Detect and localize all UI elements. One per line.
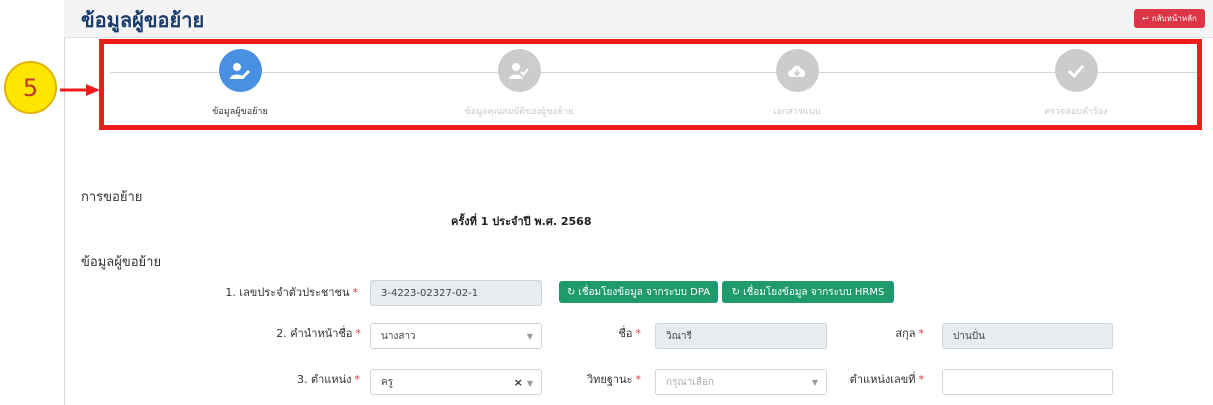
chevron-down-icon: ▼ bbox=[526, 378, 533, 388]
chevron-down-icon: ▼ bbox=[526, 331, 533, 341]
refresh-icon: ↻ bbox=[731, 286, 741, 298]
chevron-down-icon: ▼ bbox=[811, 377, 818, 387]
link-hrms-button[interactable]: ↻ เชื่อมโยงข้อมูล จากระบบ HRMS bbox=[722, 281, 894, 303]
position-number-label: ตำแหน่งเลขที่ * bbox=[849, 373, 924, 386]
round-text: ครั้งที่ 1 ประจำปี พ.ศ. 2568 bbox=[451, 215, 592, 228]
link-dpa-button[interactable]: ↻ เชื่อมโยงข้อมูล จากระบบ DPA bbox=[559, 281, 718, 303]
id-number-field[interactable]: 3-4223-02327-02-1 bbox=[370, 280, 542, 306]
last-name-label: สกุล * bbox=[895, 327, 924, 340]
position-number-field[interactable] bbox=[942, 369, 1113, 395]
annotation-highlight-box bbox=[99, 39, 1202, 130]
position-select[interactable]: ครู × ▼ bbox=[370, 369, 542, 395]
last-name-field[interactable]: ปานปั่น bbox=[942, 323, 1113, 349]
transfer-section-title: การขอย้าย bbox=[81, 190, 143, 205]
clear-icon[interactable]: × bbox=[514, 376, 523, 389]
prefix-select[interactable]: นางสาว ▼ bbox=[370, 323, 542, 349]
applicant-section-title: ข้อมูลผู้ขอย้าย bbox=[81, 255, 162, 270]
id-number-label: 1. เลขประจำตัวประชาชน * bbox=[225, 286, 358, 299]
prefix-label: 2. คำนำหน้าชื่อ * bbox=[276, 327, 361, 340]
page-title: ข้อมูลผู้ขอย้าย bbox=[81, 8, 205, 32]
page-header bbox=[64, 0, 1213, 38]
academic-standing-select[interactable]: กรุณาเลือก ▼ bbox=[655, 369, 827, 395]
position-label: 3. ตำแหน่ง * bbox=[296, 373, 360, 386]
first-name-label: ชื่อ * bbox=[618, 327, 641, 340]
first-name-field[interactable]: วิณารี bbox=[655, 323, 827, 349]
return-icon: ↩ bbox=[1142, 14, 1149, 23]
back-button[interactable]: ↩ กลับหน้าหลัก bbox=[1134, 9, 1205, 28]
academic-standing-label: วิทยฐานะ * bbox=[586, 373, 641, 386]
arrow-right-icon bbox=[60, 84, 100, 96]
step-number-badge: 5 bbox=[4, 61, 57, 114]
back-button-label: กลับหน้าหลัก bbox=[1151, 14, 1197, 23]
refresh-icon: ↻ bbox=[566, 286, 576, 298]
